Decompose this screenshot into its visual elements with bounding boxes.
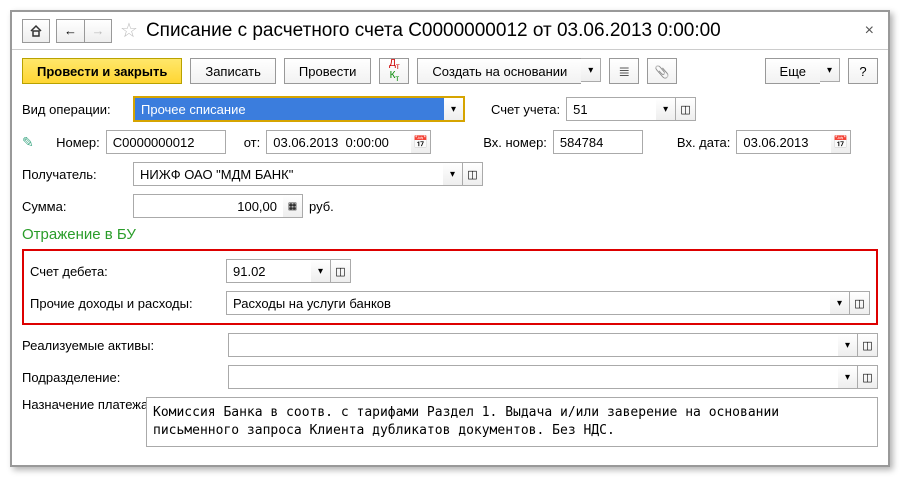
purpose-label: Назначение платежа:: [22, 397, 140, 412]
assets-input[interactable]: [228, 333, 838, 357]
op-type-input[interactable]: [134, 97, 444, 121]
debit-account-label: Счет дебета:: [30, 264, 220, 279]
assets-open-icon[interactable]: [858, 333, 878, 357]
more-button[interactable]: Еще: [765, 58, 820, 84]
edit-icon[interactable]: ✎: [22, 134, 34, 151]
section-title: Отражение в БУ: [22, 226, 878, 243]
save-button[interactable]: Записать: [190, 58, 276, 84]
other-income-input[interactable]: [226, 291, 830, 315]
op-type-dropdown-icon[interactable]: ▾: [444, 97, 464, 121]
post-button[interactable]: Провести: [284, 58, 372, 84]
chevron-down-icon[interactable]: ▾: [581, 58, 601, 82]
nav-group: ← →: [56, 19, 112, 43]
division-dropdown-icon[interactable]: ▾: [838, 365, 858, 389]
clip-icon: [655, 64, 670, 79]
forward-button[interactable]: →: [84, 19, 112, 43]
in-date-label: Вх. дата:: [677, 135, 730, 150]
account-dropdown-icon[interactable]: ▾: [656, 97, 676, 121]
back-button[interactable]: ←: [56, 19, 84, 43]
create-based-button[interactable]: Создать на основании: [417, 58, 581, 84]
dtkt-button[interactable]: ДтКт: [379, 58, 409, 84]
from-label: от:: [244, 135, 261, 150]
more-dropdown[interactable]: Еще ▾: [765, 58, 840, 84]
favorite-star-icon[interactable]: ☆: [120, 18, 138, 43]
calendar-icon[interactable]: 📅: [411, 130, 431, 154]
list-icon: [618, 63, 630, 80]
in-number-label: Вх. номер:: [483, 135, 547, 150]
post-and-close-button[interactable]: Провести и закрыть: [22, 58, 182, 84]
division-input[interactable]: [228, 365, 838, 389]
debit-open-icon[interactable]: [331, 259, 351, 283]
document-window: ← → ☆ Списание с расчетного счета C00000…: [10, 10, 890, 467]
number-input[interactable]: [106, 130, 226, 154]
other-income-open-icon[interactable]: [850, 291, 870, 315]
other-income-label: Прочие доходы и расходы:: [30, 296, 220, 311]
assets-label: Реализуемые активы:: [22, 338, 222, 353]
op-type-label: Вид операции:: [22, 102, 127, 117]
division-label: Подразделение:: [22, 370, 222, 385]
payee-open-icon[interactable]: [463, 162, 483, 186]
calendar-icon[interactable]: 📅: [831, 130, 851, 154]
account-open-icon[interactable]: [676, 97, 696, 121]
date-input[interactable]: [266, 130, 411, 154]
create-based-dropdown[interactable]: Создать на основании ▾: [417, 58, 601, 84]
currency-label: руб.: [309, 199, 334, 214]
titlebar: ← → ☆ Списание с расчетного счета C00000…: [12, 12, 888, 50]
chevron-down-icon[interactable]: ▾: [820, 58, 840, 82]
in-number-input[interactable]: [553, 130, 643, 154]
highlighted-section: Счет дебета: ▾ Прочие доходы и расходы: …: [22, 249, 878, 325]
purpose-textarea[interactable]: [146, 397, 878, 447]
other-income-dropdown-icon[interactable]: ▾: [830, 291, 850, 315]
attach-button[interactable]: [647, 58, 677, 84]
debit-dropdown-icon[interactable]: ▾: [311, 259, 331, 283]
number-label: Номер:: [44, 135, 100, 150]
payee-dropdown-icon[interactable]: ▾: [443, 162, 463, 186]
debit-account-input[interactable]: [226, 259, 311, 283]
help-button[interactable]: ?: [848, 58, 878, 84]
payee-label: Получатель:: [22, 167, 127, 182]
list-button[interactable]: [609, 58, 639, 84]
account-label: Счет учета:: [491, 102, 560, 117]
in-date-input[interactable]: [736, 130, 831, 154]
payee-input[interactable]: [133, 162, 443, 186]
close-icon[interactable]: ×: [861, 22, 878, 40]
assets-dropdown-icon[interactable]: ▾: [838, 333, 858, 357]
dtkt-icon: ДтКт: [389, 59, 400, 83]
window-title: Списание с расчетного счета C0000000012 …: [146, 20, 861, 42]
form-body: Вид операции: ▾ Счет учета: ▾ ✎ Номер: о…: [12, 92, 888, 465]
sum-label: Сумма:: [22, 199, 127, 214]
home-button[interactable]: [22, 19, 50, 43]
toolbar: Провести и закрыть Записать Провести ДтК…: [12, 50, 888, 92]
account-input[interactable]: [566, 97, 656, 121]
sum-input[interactable]: [133, 194, 283, 218]
calculator-icon[interactable]: ▦: [283, 194, 303, 218]
division-open-icon[interactable]: [858, 365, 878, 389]
